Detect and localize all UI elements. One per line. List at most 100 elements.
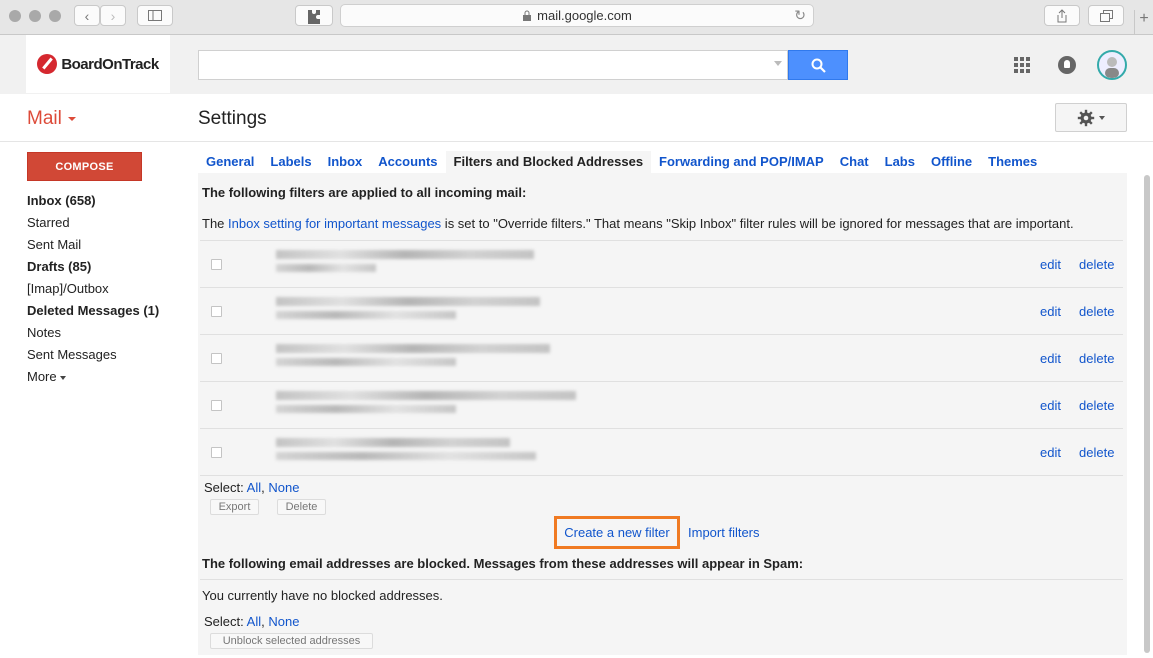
sidebar-item-sent-mail[interactable]: Sent Mail: [27, 234, 159, 256]
divider: [200, 579, 1123, 580]
mail-label: Mail: [27, 108, 62, 129]
filter-action-redacted: [276, 358, 456, 366]
delete-filter-link[interactable]: delete: [1079, 445, 1114, 460]
select-all-link[interactable]: All: [247, 614, 261, 629]
tab-inbox[interactable]: Inbox: [320, 151, 371, 173]
sidebar-item-sent-messages[interactable]: Sent Messages: [27, 344, 159, 366]
apps-grid-icon[interactable]: [1014, 57, 1030, 73]
page-title: Settings: [198, 108, 267, 129]
minimize-window-button[interactable]: [29, 10, 41, 22]
filter-criteria-redacted: [276, 438, 510, 447]
filter-row: edit delete: [200, 335, 1123, 381]
delete-filter-link[interactable]: delete: [1079, 398, 1114, 413]
chevron-down-icon: [59, 375, 66, 380]
sidebar-item-starred[interactable]: Starred: [27, 212, 159, 234]
sidebar-nav: Inbox (658) Starred Sent Mail Drafts (85…: [27, 190, 159, 388]
search-input[interactable]: [198, 50, 788, 80]
settings-gear-button[interactable]: [1055, 103, 1127, 132]
tab-general[interactable]: General: [198, 151, 262, 173]
sidebar-toggle-icon[interactable]: [137, 5, 173, 26]
chevron-down-icon: [1099, 115, 1105, 120]
notifications-icon[interactable]: [1058, 56, 1076, 74]
select-all-link[interactable]: All: [247, 480, 261, 495]
sidebar-item-notes[interactable]: Notes: [27, 322, 159, 344]
search-button[interactable]: [788, 50, 848, 80]
share-icon[interactable]: [1044, 5, 1080, 26]
close-window-button[interactable]: [9, 10, 21, 22]
import-filters-link[interactable]: Import filters: [688, 525, 760, 540]
filter-checkbox[interactable]: [211, 306, 222, 317]
search-options-icon[interactable]: [774, 61, 782, 66]
delete-button[interactable]: Delete: [277, 499, 326, 515]
avatar[interactable]: [1097, 50, 1127, 80]
select-none-link[interactable]: None: [268, 480, 299, 495]
address-bar[interactable]: mail.google.com ↻: [340, 4, 814, 27]
forward-icon[interactable]: ›: [100, 5, 126, 26]
chevron-down-icon: [67, 116, 76, 121]
filter-row: edit delete: [200, 429, 1123, 475]
tab-filters-and-blocked-addresses[interactable]: Filters and Blocked Addresses: [445, 151, 652, 173]
sidebar-item-more[interactable]: More: [27, 366, 159, 388]
zoom-window-button[interactable]: [49, 10, 61, 22]
sidebar-item-deleted-messages[interactable]: Deleted Messages (1): [27, 300, 159, 322]
brand-logo[interactable]: BoardOnTrack: [26, 35, 170, 93]
browser-toolbar: ‹ › mail.google.com ↻ +: [0, 0, 1153, 35]
url-text: mail.google.com: [537, 8, 632, 23]
tab-accounts[interactable]: Accounts: [370, 151, 445, 173]
scrollbar[interactable]: [1144, 175, 1150, 653]
filter-checkbox[interactable]: [211, 447, 222, 458]
reload-icon[interactable]: ↻: [794, 7, 806, 24]
unblock-selected-addresses-button[interactable]: Unblock selected addresses: [210, 633, 373, 649]
create-new-filter-link[interactable]: Create a new filter: [554, 516, 680, 549]
divider: [0, 141, 1153, 142]
filter-checkbox[interactable]: [211, 259, 222, 270]
filters-note: The Inbox setting for important messages…: [202, 216, 1074, 231]
filters-heading: The following filters are applied to all…: [202, 185, 527, 200]
filter-select-controls: Select: All, None: [204, 480, 300, 495]
gear-icon: [1077, 109, 1095, 126]
edit-filter-link[interactable]: edit: [1040, 445, 1061, 460]
tab-labels[interactable]: Labels: [262, 151, 319, 173]
brand-logo-mark: [37, 54, 58, 74]
filter-row: edit delete: [200, 241, 1123, 287]
settings-tabs: General Labels Inbox Accounts Filters an…: [198, 151, 1045, 173]
export-button[interactable]: Export: [210, 499, 259, 515]
edit-filter-link[interactable]: edit: [1040, 304, 1061, 319]
new-tab-icon[interactable]: +: [1134, 10, 1153, 34]
filter-action-redacted: [276, 405, 456, 413]
filter-criteria-redacted: [276, 391, 576, 400]
more-label: More: [27, 369, 57, 384]
sidebar-item-drafts[interactable]: Drafts (85): [27, 256, 159, 278]
filters-note-suffix: is set to "Override filters." That means…: [441, 216, 1074, 231]
tab-labs[interactable]: Labs: [877, 151, 923, 173]
tab-chat[interactable]: Chat: [832, 151, 877, 173]
filter-criteria-redacted: [276, 297, 540, 306]
brand-name: BoardOnTrack: [61, 55, 159, 73]
tab-offline[interactable]: Offline: [923, 151, 980, 173]
tabs-overview-icon[interactable]: [1088, 5, 1124, 26]
mail-switcher[interactable]: Mail: [27, 108, 76, 130]
select-none-link[interactable]: None: [268, 614, 299, 629]
filter-checkbox[interactable]: [211, 400, 222, 411]
tab-themes[interactable]: Themes: [980, 151, 1045, 173]
select-label: Select:: [204, 480, 244, 495]
edit-filter-link[interactable]: edit: [1040, 351, 1061, 366]
filters-note-prefix: The: [202, 216, 229, 231]
delete-filter-link[interactable]: delete: [1079, 257, 1114, 272]
important-messages-setting-link[interactable]: Inbox setting for important messages: [228, 216, 441, 231]
delete-filter-link[interactable]: delete: [1079, 351, 1114, 366]
filter-criteria-redacted: [276, 250, 534, 259]
delete-filter-link[interactable]: delete: [1079, 304, 1114, 319]
edit-filter-link[interactable]: edit: [1040, 257, 1061, 272]
extension-icon[interactable]: [295, 5, 333, 26]
tab-forwarding-and-pop-imap[interactable]: Forwarding and POP/IMAP: [651, 151, 832, 173]
filter-row: edit delete: [200, 288, 1123, 334]
filter-row: edit delete: [200, 382, 1123, 428]
compose-button[interactable]: COMPOSE: [27, 152, 142, 181]
filter-checkbox[interactable]: [211, 353, 222, 364]
sidebar-item-inbox[interactable]: Inbox (658): [27, 190, 159, 212]
filter-action-redacted: [276, 311, 456, 319]
sidebar-item-outbox[interactable]: [Imap]/Outbox: [27, 278, 159, 300]
edit-filter-link[interactable]: edit: [1040, 398, 1061, 413]
back-icon[interactable]: ‹: [74, 5, 100, 26]
